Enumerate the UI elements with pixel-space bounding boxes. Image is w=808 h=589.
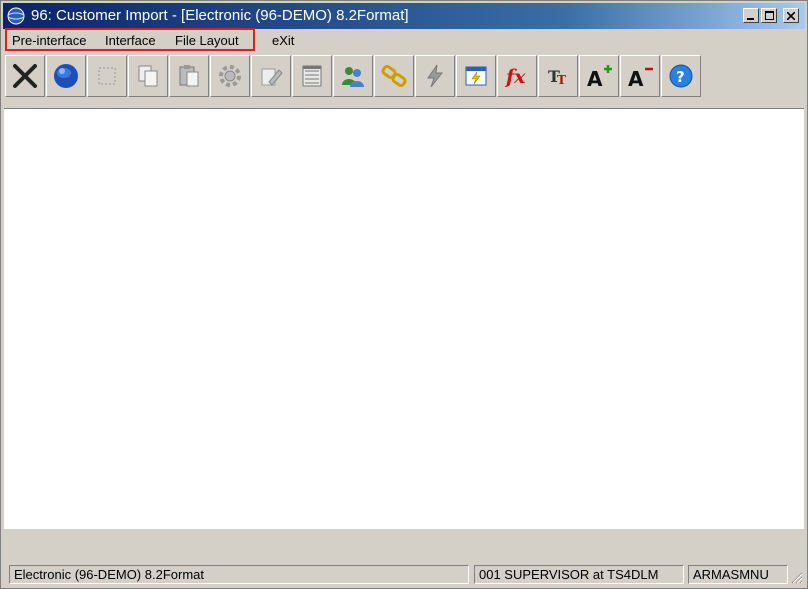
- menu-interface[interactable]: Interface: [105, 33, 156, 48]
- lightning-icon: [427, 64, 444, 88]
- edit-button[interactable]: [251, 55, 291, 97]
- menu-exit[interactable]: eXit: [272, 33, 294, 48]
- main-content-area[interactable]: [4, 108, 804, 529]
- resize-grip-icon[interactable]: [789, 570, 803, 584]
- delete-x-icon: [13, 64, 37, 88]
- font-increase-icon: A: [587, 65, 612, 90]
- app-window: 96: Customer Import - [Electronic (96-DE…: [0, 0, 808, 589]
- status-format: Electronic (96-DEMO) 8.2Format: [9, 565, 469, 584]
- maximize-icon: [764, 11, 774, 20]
- link-icon: [381, 64, 407, 88]
- select-box-icon: [98, 67, 116, 85]
- font-increase-button[interactable]: A: [579, 55, 619, 97]
- status-menu: ARMASMNU: [688, 565, 788, 584]
- window-title: 96: Customer Import - [Electronic (96-DE…: [31, 7, 409, 24]
- web-button[interactable]: [46, 55, 86, 97]
- close-button[interactable]: [783, 8, 799, 23]
- font-tt-icon: TT: [548, 67, 566, 87]
- menu-pre-interface[interactable]: Pre-interface: [12, 33, 86, 48]
- font-decrease-icon: A: [628, 67, 653, 90]
- paste-button[interactable]: [169, 55, 209, 97]
- status-user: 001 SUPERVISOR at TS4DLM: [474, 565, 684, 584]
- list-icon: [302, 65, 322, 87]
- select-button[interactable]: [87, 55, 127, 97]
- calendar-run-icon: [465, 66, 487, 86]
- svg-text:A: A: [587, 67, 603, 90]
- svg-text:fx: fx: [504, 66, 526, 88]
- app-globe-icon: [7, 7, 25, 25]
- title-bar[interactable]: 96: Customer Import - [Electronic (96-DE…: [3, 3, 805, 29]
- font-decrease-button[interactable]: A: [620, 55, 660, 97]
- minimize-button[interactable]: [743, 8, 759, 23]
- run-button[interactable]: [415, 55, 455, 97]
- status-bar: Electronic (96-DEMO) 8.2Format 001 SUPER…: [3, 562, 805, 586]
- copy-icon: [138, 65, 158, 87]
- close-icon: [787, 11, 795, 20]
- svg-text:A: A: [628, 67, 644, 90]
- font-button[interactable]: TT: [538, 55, 578, 97]
- minimize-icon: [747, 17, 754, 20]
- copy-button[interactable]: [128, 55, 168, 97]
- toolbar: fx TT A A ?: [3, 53, 805, 99]
- formula-button[interactable]: fx: [497, 55, 537, 97]
- gear-icon: [219, 65, 241, 87]
- menu-file-layout[interactable]: File Layout: [175, 33, 239, 48]
- svg-text:?: ?: [676, 68, 685, 86]
- paste-icon: [179, 65, 199, 87]
- users-button[interactable]: [333, 55, 373, 97]
- schedule-button[interactable]: [456, 55, 496, 97]
- svg-text:T: T: [557, 73, 566, 87]
- list-button[interactable]: [292, 55, 332, 97]
- maximize-button[interactable]: [761, 8, 777, 23]
- users-icon: [342, 67, 364, 87]
- help-icon: ?: [669, 64, 693, 88]
- help-button[interactable]: ?: [661, 55, 701, 97]
- fx-icon: fx: [504, 66, 526, 88]
- menu-bar: Pre-interface Interface File Layout eXit: [3, 28, 805, 52]
- delete-button[interactable]: [5, 55, 45, 97]
- settings-button[interactable]: [210, 55, 250, 97]
- globe-icon: [54, 64, 78, 88]
- edit-pencil-icon: [261, 68, 283, 86]
- link-button[interactable]: [374, 55, 414, 97]
